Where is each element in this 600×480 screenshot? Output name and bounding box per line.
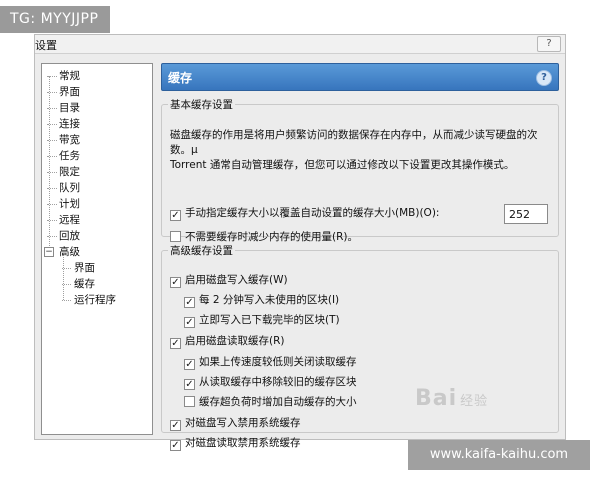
watermark-top: TG: MYYJJPP xyxy=(0,6,111,33)
title-bar: 设置 ? xyxy=(35,35,565,54)
tree-item-general[interactable]: 常规 xyxy=(47,68,80,84)
checkbox-box[interactable]: ✓ xyxy=(170,277,181,288)
panel-header: 缓存 ? xyxy=(161,63,559,91)
tree-item-cache[interactable]: 缓存 xyxy=(62,276,95,292)
settings-tree: 常规 界面 目录 连接 带宽 任务 限定 队列 计划 远程 回放 − 高级 界面 … xyxy=(41,63,153,435)
tree-item-run-program[interactable]: 运行程序 xyxy=(62,292,116,308)
checkbox-box[interactable]: ✓ xyxy=(184,359,195,370)
cache-panel: 缓存 ? 基本缓存设置 磁盘缓存的作用是将用户频繁访问的数据保存在内存中，从而减… xyxy=(161,63,559,451)
tree-item-directories[interactable]: 目录 xyxy=(47,100,80,116)
window-title: 设置 xyxy=(35,39,57,52)
tree-item-queue[interactable]: 队列 xyxy=(47,180,80,196)
tree-item-remote[interactable]: 远程 xyxy=(47,212,80,228)
basic-cache-description: 磁盘缓存的作用是将用户频繁访问的数据保存在内存中，从而减少读写硬盘的次数。µ T… xyxy=(170,129,538,171)
checkbox-box[interactable]: ✓ xyxy=(184,317,195,328)
advanced-cache-group: 高级缓存设置 ✓ 启用磁盘写入缓存(W) ✓ 每 2 分钟写入未使用的区块(I) ✓… xyxy=(161,243,559,451)
checkbox-box[interactable]: ✓ xyxy=(170,338,181,349)
enable-read-cache-checkbox[interactable]: ✓ 启用磁盘读取缓存(R) xyxy=(170,333,285,349)
remove-old-blocks-checkbox[interactable]: ✓ 从读取缓存中移除较旧的缓存区块 xyxy=(184,374,357,390)
advanced-cache-legend: 高级缓存设置 xyxy=(170,245,233,257)
tree-item-advanced[interactable]: − 高级 xyxy=(44,244,80,260)
settings-dialog: 设置 ? 常规 界面 目录 连接 带宽 任务 限定 队列 计划 远程 回放 − 高… xyxy=(34,34,566,451)
tree-item-tasks[interactable]: 任务 xyxy=(47,148,80,164)
window-help-button[interactable]: ? xyxy=(537,36,561,52)
cache-size-input[interactable]: 252 xyxy=(504,204,548,224)
tree-item-advanced-ui[interactable]: 界面 xyxy=(62,260,95,276)
tree-item-bandwidth[interactable]: 带宽 xyxy=(47,132,80,148)
checkbox-box[interactable]: ✓ xyxy=(170,420,181,431)
basic-cache-legend: 基本缓存设置 xyxy=(170,99,233,111)
watermark-bottom: www.kaifa-kaihu.com xyxy=(408,440,590,470)
disable-os-read-cache-checkbox[interactable]: ✓ 对磁盘读取禁用系统缓存 xyxy=(170,435,301,451)
checkbox-box[interactable]: ✓ xyxy=(170,440,181,451)
checkbox-box[interactable] xyxy=(170,231,181,242)
checkbox-box[interactable]: ✓ xyxy=(184,379,195,390)
checkbox-box[interactable]: ✓ xyxy=(170,210,181,221)
checkbox-box[interactable] xyxy=(184,396,195,407)
tree-item-limits[interactable]: 限定 xyxy=(47,164,80,180)
help-icon[interactable]: ? xyxy=(536,70,552,86)
panel-title: 缓存 xyxy=(168,71,193,85)
collapse-icon[interactable]: − xyxy=(44,247,54,257)
disable-read-cache-low-upload-checkbox[interactable]: ✓ 如果上传速度较低则关闭读取缓存 xyxy=(184,354,357,370)
auto-increase-cache-checkbox[interactable]: 缓存超负荷时增加自动缓存的大小 xyxy=(184,394,357,410)
disable-os-write-cache-checkbox[interactable]: ✓ 对磁盘写入禁用系统缓存 xyxy=(170,415,301,431)
tree-item-scheduler[interactable]: 计划 xyxy=(47,196,80,212)
write-unused-blocks-checkbox[interactable]: ✓ 每 2 分钟写入未使用的区块(I) xyxy=(184,292,339,308)
checkbox-box[interactable]: ✓ xyxy=(184,297,195,308)
tree-item-connection[interactable]: 连接 xyxy=(47,116,80,132)
enable-write-cache-checkbox[interactable]: ✓ 启用磁盘写入缓存(W) xyxy=(170,272,288,288)
tree-item-ui[interactable]: 界面 xyxy=(47,84,80,100)
write-finished-blocks-checkbox[interactable]: ✓ 立即写入已下载完毕的区块(T) xyxy=(184,312,340,328)
basic-cache-group: 基本缓存设置 磁盘缓存的作用是将用户频繁访问的数据保存在内存中，从而减少读写硬盘… xyxy=(161,97,559,243)
override-cache-size-checkbox[interactable]: ✓ 手动指定缓存大小以覆盖自动设置的缓存大小(MB)(O): xyxy=(170,205,439,221)
tree-item-playback[interactable]: 回放 xyxy=(47,228,80,244)
baidu-logo: Bai 经验 xyxy=(415,386,489,411)
